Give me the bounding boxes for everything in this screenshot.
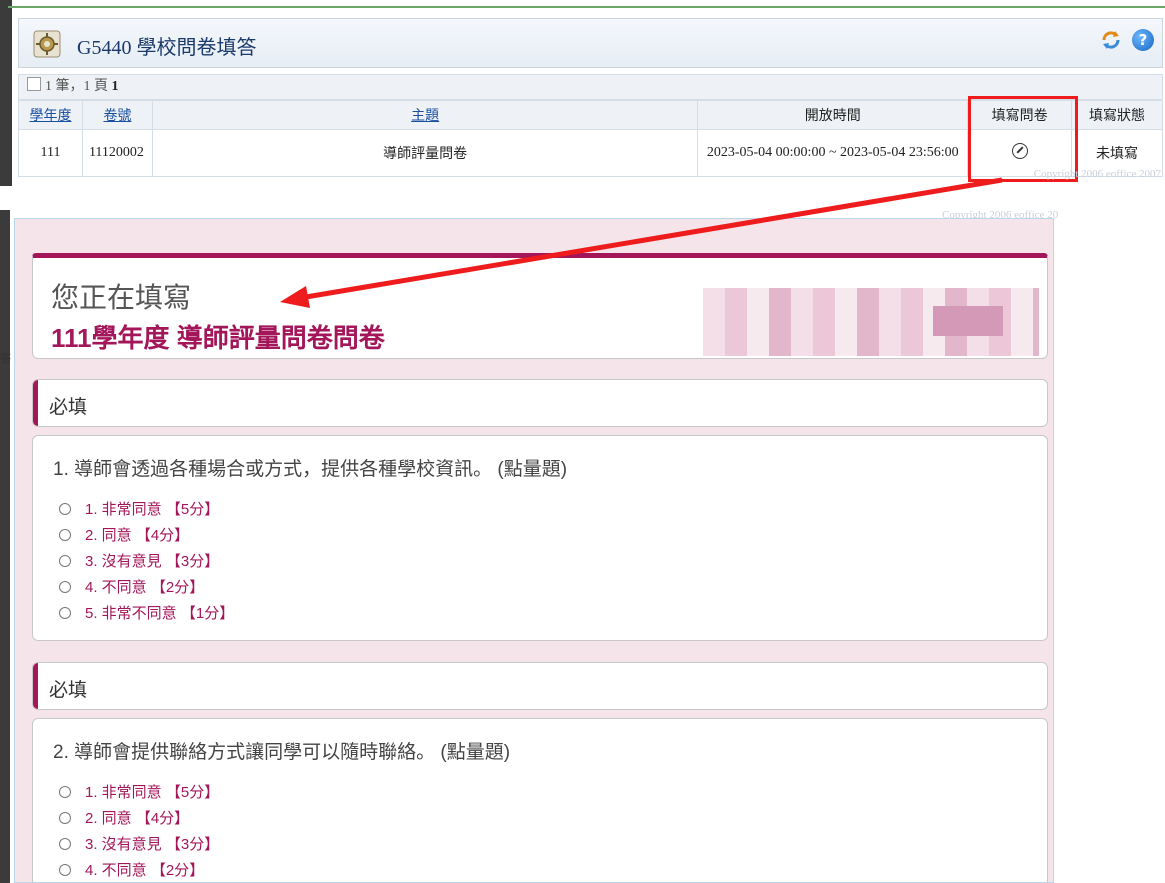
option-label: 1. 非常同意 【5分】 — [85, 784, 220, 801]
option-item[interactable]: 5. 非常不同意 【1分】 — [59, 602, 234, 623]
option-label: 2. 同意 【4分】 — [85, 527, 190, 544]
form-header: 您正在填寫 111學年度 導師評量問卷問卷 — [32, 253, 1048, 359]
required-section-2: 必填 — [32, 662, 1048, 710]
form-subtitle: 您正在填寫 — [51, 282, 192, 313]
radio-button[interactable] — [59, 529, 71, 541]
questionnaire-list-window: G5440 學校問卷填答 ? 1 筆，1 頁 1 學年度 卷號 主題 開放時間 … — [0, 0, 1165, 186]
option-item[interactable]: 2. 同意 【4分】 — [59, 524, 189, 545]
radio-button[interactable] — [59, 581, 71, 593]
required-accent-bar — [33, 380, 38, 426]
column-subject[interactable]: 主題 — [151, 100, 699, 130]
side-text: 答 — [0, 353, 11, 365]
option-item[interactable]: 1. 非常同意 【5分】 — [59, 498, 219, 519]
column-open-time: 開放時間 — [697, 100, 969, 130]
radio-button[interactable] — [59, 864, 71, 876]
option-item[interactable]: 3. 沒有意見 【3分】 — [59, 833, 219, 854]
column-status: 填寫狀態 — [1071, 100, 1163, 130]
records-icon — [27, 77, 41, 91]
cell-year: 111 — [18, 129, 83, 177]
app-gear-icon — [33, 30, 61, 58]
radio-button[interactable] — [59, 812, 71, 824]
page-title: G5440 學校問卷填答 — [77, 37, 257, 59]
option-label: 3. 沒有意見 【3分】 — [85, 553, 220, 570]
form-title: 111學年度 導師評量問卷問卷 — [51, 323, 385, 353]
option-item[interactable]: 3. 沒有意見 【3分】 — [59, 550, 219, 571]
option-label: 5. 非常不同意 【1分】 — [85, 605, 235, 622]
radio-button[interactable] — [59, 838, 71, 850]
radio-button[interactable] — [59, 786, 71, 798]
option-item[interactable]: 4. 不同意 【2分】 — [59, 859, 204, 880]
required-label: 必填 — [49, 680, 88, 701]
question-card-2: 2. 導師會提供聯絡方式讓同學可以隨時聯絡。 (點量題) 1. 非常同意 【5分… — [32, 718, 1048, 882]
required-accent-bar — [33, 663, 38, 709]
help-icon[interactable]: ? — [1132, 29, 1154, 51]
window-edge — [0, 0, 12, 186]
refresh-icon[interactable] — [1100, 29, 1122, 51]
option-item[interactable]: 2. 同意 【4分】 — [59, 807, 189, 828]
radio-button[interactable] — [59, 607, 71, 619]
question-title: 1. 導師會透過各種場合或方式，提供各種學校資訊。 (點量題) — [53, 459, 568, 480]
required-label: 必填 — [49, 397, 88, 418]
option-item[interactable]: 1. 非常同意 【5分】 — [59, 781, 219, 802]
option-item[interactable]: 4. 不同意 【2分】 — [59, 576, 204, 597]
window-frame-line — [8, 6, 1165, 8]
window-edge — [0, 210, 10, 883]
option-label: 4. 不同意 【2分】 — [85, 862, 205, 879]
option-label: 4. 不同意 【2分】 — [85, 579, 205, 596]
cell-open-time: 2023-05-04 00:00:00 ~ 2023-05-04 23:56:0… — [697, 129, 969, 177]
column-year[interactable]: 學年度 — [18, 100, 83, 130]
option-label: 2. 同意 【4分】 — [85, 810, 190, 827]
copyright-text: Copyright 2006 eoffice 2007 — [1033, 168, 1161, 180]
cell-subject: 導師評量問卷 — [151, 129, 699, 177]
column-id[interactable]: 卷號 — [81, 100, 153, 130]
question-title: 2. 導師會提供聯絡方式讓同學可以隨時聯絡。 (點量題) — [53, 742, 511, 763]
question-card-1: 1. 導師會透過各種場合或方式，提供各種學校資訊。 (點量題) 1. 非常同意 … — [32, 435, 1048, 641]
list-titlebar: G5440 學校問卷填答 ? — [18, 18, 1163, 68]
required-section-1: 必填 — [32, 379, 1048, 427]
option-label: 1. 非常同意 【5分】 — [85, 501, 220, 518]
option-label: 3. 沒有意見 【3分】 — [85, 836, 220, 853]
radio-button[interactable] — [59, 503, 71, 515]
pager-page: 1 — [111, 79, 119, 94]
questionnaire-form-window: 您正在填寫 111學年度 導師評量問卷問卷 必填 1. 導師會透過各種場合或方式… — [14, 218, 1054, 883]
cell-id: 11120002 — [81, 129, 153, 177]
blurred-image — [703, 288, 1039, 356]
radio-button[interactable] — [59, 555, 71, 567]
pager-count: 1 筆，1 頁 — [45, 79, 112, 94]
